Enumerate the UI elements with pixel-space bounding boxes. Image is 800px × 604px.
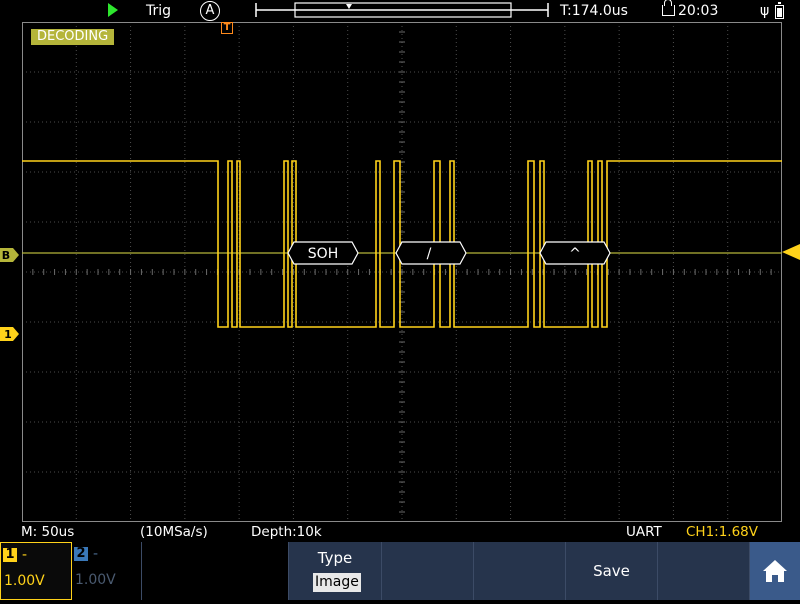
usb-icon: ψ: [760, 3, 770, 19]
bus-b-marker-label: B: [2, 249, 10, 262]
decoded-frame-label: ^: [569, 246, 581, 262]
softkey-empty-1[interactable]: [382, 542, 474, 600]
bus-b-marker[interactable]: B: [0, 248, 19, 262]
ch2-coupling: -: [93, 546, 99, 562]
type-label: Type: [317, 549, 353, 567]
trigger-label: Trig: [146, 3, 172, 19]
decoded-frame-slash[interactable]: /: [395, 241, 467, 265]
decoder-type-readout: UART: [626, 524, 662, 540]
ch1-coupling: -: [22, 547, 28, 563]
memory-position-bar: [255, 2, 549, 18]
ch1-volts-div: 1.00V: [4, 573, 45, 589]
type-value: Image: [313, 573, 361, 592]
clock-time: 20:03: [678, 3, 719, 19]
memory-depth-readout: Depth:10k: [251, 524, 322, 540]
clock: 20:03: [662, 0, 718, 22]
waveform-display[interactable]: SOH / ^: [22, 22, 782, 522]
ch2-number: 2: [74, 547, 88, 561]
run-icon[interactable]: [108, 3, 118, 17]
decoded-frame-label: /: [427, 246, 432, 262]
softkey-menu: 1 - 1.00V 2 - 1.00V Type Image Save: [0, 542, 800, 600]
sample-rate-readout: (10MSa/s): [140, 524, 208, 540]
lock-icon: [662, 0, 675, 16]
ch1-button[interactable]: 1 - 1.00V: [0, 542, 72, 600]
save-label: Save: [593, 562, 630, 580]
trigger-level-marker[interactable]: [782, 244, 800, 260]
ch2-volts-div: 1.00V: [75, 572, 116, 588]
type-softkey[interactable]: Type Image: [289, 542, 382, 600]
trigger-position-marker[interactable]: T: [221, 22, 233, 35]
decoded-frame-soh[interactable]: SOH: [287, 241, 359, 265]
trigger-mode-indicator: A: [200, 1, 220, 21]
decoding-badge: DECODING: [31, 29, 115, 45]
ch1-level-marker-label: 1: [4, 328, 12, 341]
graticule-grid: [22, 22, 782, 522]
timebase-readout: M: 50us: [21, 524, 75, 540]
ch1-level-marker[interactable]: 1: [0, 327, 19, 341]
decoded-frame-caret[interactable]: ^: [539, 241, 611, 265]
softkey-empty-3[interactable]: [658, 542, 750, 600]
top-status-bar: Trig A T:174.0us 20:03 ψ: [0, 0, 800, 22]
home-icon: [763, 560, 787, 582]
softkey-blank: [142, 542, 289, 600]
home-button[interactable]: [750, 542, 800, 600]
trigger-level-readout: CH1:1.68V: [686, 524, 759, 540]
ch2-button[interactable]: 2 - 1.00V: [72, 542, 142, 600]
decoded-frame-label: SOH: [308, 246, 338, 262]
save-softkey[interactable]: Save: [566, 542, 658, 600]
ch1-number: 1: [3, 548, 17, 562]
bottom-status-bar: M: 50us (10MSa/s) Depth:10k UART CH1:1.6…: [0, 522, 800, 542]
trigger-time-readout: T:174.0us: [560, 3, 628, 19]
softkey-empty-2[interactable]: [474, 542, 566, 600]
battery-icon: [775, 2, 784, 19]
